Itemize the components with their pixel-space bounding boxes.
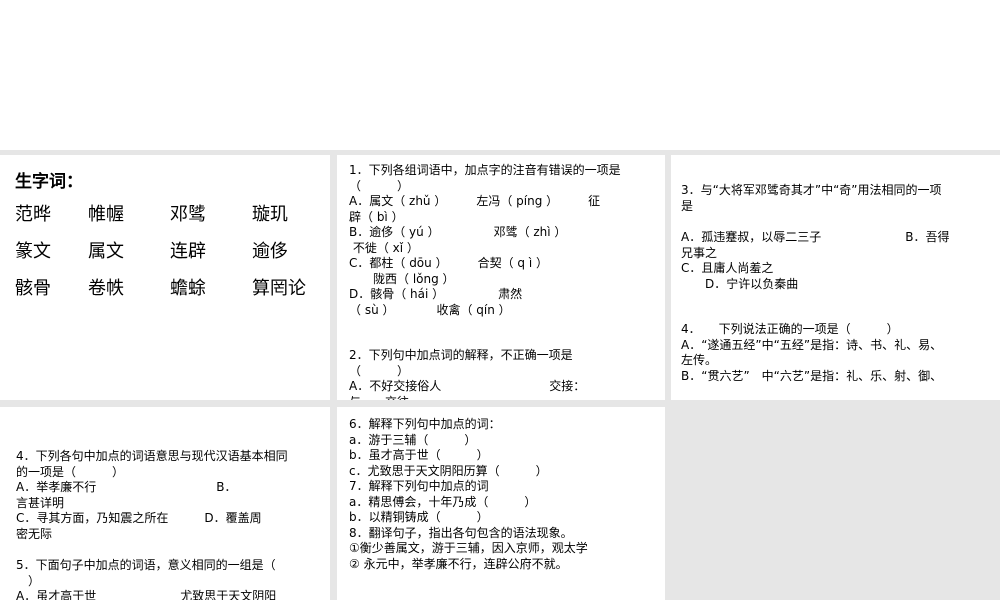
question-line: 5．下面句子中加点的词语，意义相同的一组是（ [16,558,276,572]
vocab-word: 骸骨 [15,278,51,299]
question-line: 是 [681,198,694,213]
empty-panel [671,407,1000,600]
question-line: 7．解释下列句中加点的词 [349,479,489,493]
question-line: 兄事之 [681,245,718,260]
question-line: 辟（ bì ） [349,209,404,224]
vocab-word: 算罔论 [252,278,306,299]
question-line: D．宁许以负秦曲 [681,276,799,291]
vocab-word: 帷幄 [88,204,124,225]
question-line: （ ） [349,363,410,378]
questions-3-4-panel: 3．与“大将军邓骘奇其才”中“奇”用法相同的一项是 A．孤违蹇叔，以辱二三子 B．… [671,155,1000,400]
question-line: 4． 下列说法正确的一项是（ ） [681,322,899,336]
question-line: 2．下列句中加点词的解释，不正确一项是 [349,348,573,362]
vocab-word: 连辟 [170,241,206,262]
question-line: A．属文（ zhǔ ） 左冯（ píng ） 征 [349,194,601,208]
question-line: B．逾侈（ yú ） 邓骘（ zhì ） [349,225,567,239]
question-line: A．虽才高于世 尤致思于天文阴阳 [16,589,277,600]
vocab-list: 范晔 帷幄 邓骘 璇玑篆文 属文 连辟 逾侈骸骨 卷帙 蟾蜍 算罔论 [15,200,315,300]
vocab-title: 生字词： [15,172,83,192]
question-line: 6．解释下列句中加点的词： [349,417,501,431]
vocab-word: 逾侈 [252,241,288,262]
vocab-word: 蟾蜍 [170,278,206,299]
question-line: D．骸骨（ hái ） 肃然 [349,287,523,301]
questions-4-5-panel: 4．下列各句中加点的词语意思与现代汉语基本相同 的一项是（ ） A．举孝廉不行 B．… [0,407,330,600]
vocab-panel: 生字词： 范晔 帷幄 邓骘 璇玑篆文 属文 连辟 逾侈骸骨 卷帙 蟾蜍 算罔论 [0,155,330,400]
question-line: b．虽才高于世（ ） [349,448,489,462]
vocab-word: 邓骘 [170,204,206,225]
question-line: ② 永元中，举孝廉不行，连辟公府不就。 [349,556,568,571]
question-line: A．孤违蹇叔，以辱二三子 B．吾得 [681,230,950,244]
question-line: ①衡少善属文，游于三辅，因入京师，观太学 [349,541,588,555]
question-line: 4．下列各句中加点的词语意思与现代汉语基本相同 [16,449,288,463]
question-line: C．且庸人尚羞之 [681,261,774,275]
question-line: （ sù ） 收禽（ qín ） [349,302,511,317]
vocab-word: 璇玑 [252,204,288,225]
questions-6-8-panel: 6．解释下列句中加点的词： a．游于三辅（ ） b．虽才高于世（ ） c．尤致思于天文… [337,407,665,600]
question-line: C．寻其方面，乃知震之所在 D．覆盖周 [16,511,262,525]
question-line: c．尤致思于天文阴阳历算（ ） [349,463,548,478]
question-line: 左传。 [681,353,718,367]
question-line: a．精思傅会，十年乃成（ ） [349,494,537,509]
question-line: 的一项是（ ） [16,464,125,479]
question-line: A．举孝廉不行 B． [16,480,237,494]
question-line: C．都柱（ dōu ） 合契（ q ì ） [349,256,548,270]
question-line: （ ） [349,178,410,193]
question-line: 陇西（ lǒng ） [349,271,455,286]
question-line: ） [16,573,41,588]
question-line: 1．下列各组词语中，加点字的注音有错误的一项是 [349,163,621,177]
question-line: 言甚详明 [16,495,65,510]
slide-grid: 生字词： 范晔 帷幄 邓骘 璇玑篆文 属文 连辟 逾侈骸骨 卷帙 蟾蜍 算罔论 1．下列各组词语中… [0,150,1000,600]
vocab-word: 范晔 [15,204,51,225]
question-line: A．不好交接俗人 交接： [349,379,586,393]
vocab-word: 篆文 [15,241,51,262]
blank-header [0,0,1000,150]
question-line: 不徙（ xǐ ） [349,240,419,255]
question-line: 8．翻译句子，指出各句包含的语法现象。 [349,525,573,540]
question-line: B．“贯六艺” 中“六艺”是指：礼、乐、射、御、 [681,368,943,383]
question-line: A．“遂通五经”中“五经”是指：诗、书、礼、易、 [681,337,943,352]
vocab-word: 属文 [88,241,124,262]
question-line: 3．与“大将军邓骘奇其才”中“奇”用法相同的一项 [681,183,942,197]
vocab-word: 卷帙 [88,278,124,299]
question-line: a．游于三辅（ ） [349,432,477,447]
question-line: b．以精铜铸成（ ） [349,510,489,524]
questions-1-2-panel: 1．下列各组词语中，加点字的注音有错误的一项是（ ） A．属文（ zhǔ ） 左冯… [337,155,665,400]
question-line: 与……交往 [349,395,653,401]
question-line: 密无际 [16,526,53,541]
